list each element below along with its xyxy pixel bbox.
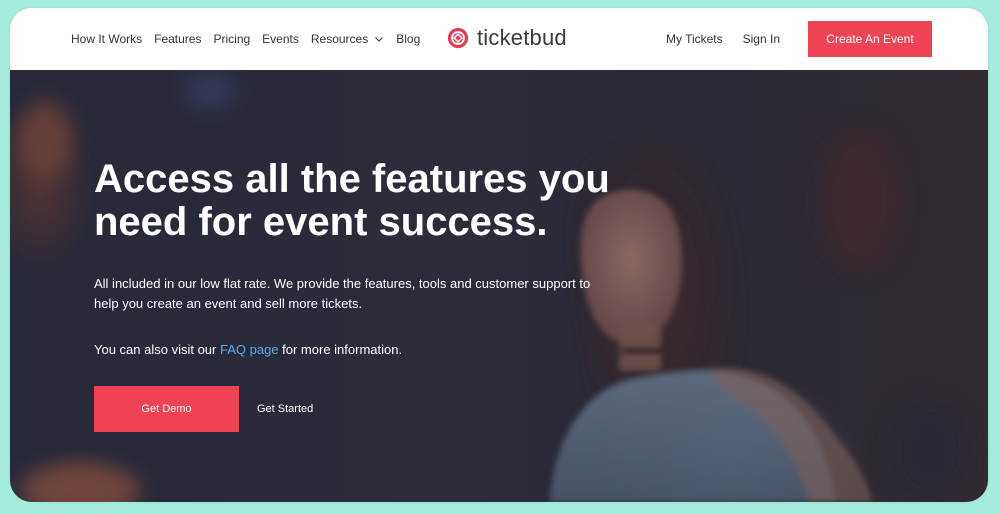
get-demo-button[interactable]: Get Demo <box>94 386 239 432</box>
ticketbud-logo-icon <box>447 27 469 49</box>
nav-blog[interactable]: Blog <box>396 32 420 46</box>
nav-events[interactable]: Events <box>262 32 299 46</box>
top-navigation: How It Works Features Pricing Events Res… <box>10 8 988 71</box>
nav-resources-label: Resources <box>310 32 369 46</box>
brand-logo[interactable]: ticketbud <box>447 25 567 51</box>
faq-page-link[interactable]: FAQ page <box>220 342 279 357</box>
faq-prefix: You can also visit our <box>94 342 220 357</box>
hero-faq-text: You can also visit our FAQ page for more… <box>94 340 594 360</box>
account-nav: My Tickets Sign In Create An Event <box>666 8 932 70</box>
browser-frame: How It Works Features Pricing Events Res… <box>10 8 988 502</box>
get-started-button[interactable]: Get Started <box>257 386 313 432</box>
nav-resources-dropdown[interactable]: Resources <box>311 32 384 46</box>
my-tickets-link[interactable]: My Tickets <box>666 32 723 46</box>
faq-suffix: for more information. <box>278 342 403 357</box>
primary-nav: How It Works Features Pricing Events Res… <box>71 8 432 70</box>
sign-in-link[interactable]: Sign In <box>743 32 780 46</box>
hero-title: Access all the features you need for eve… <box>94 157 610 244</box>
hero-description: All included in our low flat rate. We pr… <box>94 276 591 311</box>
nav-pricing[interactable]: Pricing <box>213 32 250 46</box>
hero-section: Access all the features you need for eve… <box>10 70 988 502</box>
create-event-button[interactable]: Create An Event <box>808 21 932 57</box>
nav-features[interactable]: Features <box>154 32 201 46</box>
chevron-down-icon <box>375 37 384 42</box>
nav-how-it-works[interactable]: How It Works <box>71 32 142 46</box>
brand-name: ticketbud <box>477 25 567 50</box>
